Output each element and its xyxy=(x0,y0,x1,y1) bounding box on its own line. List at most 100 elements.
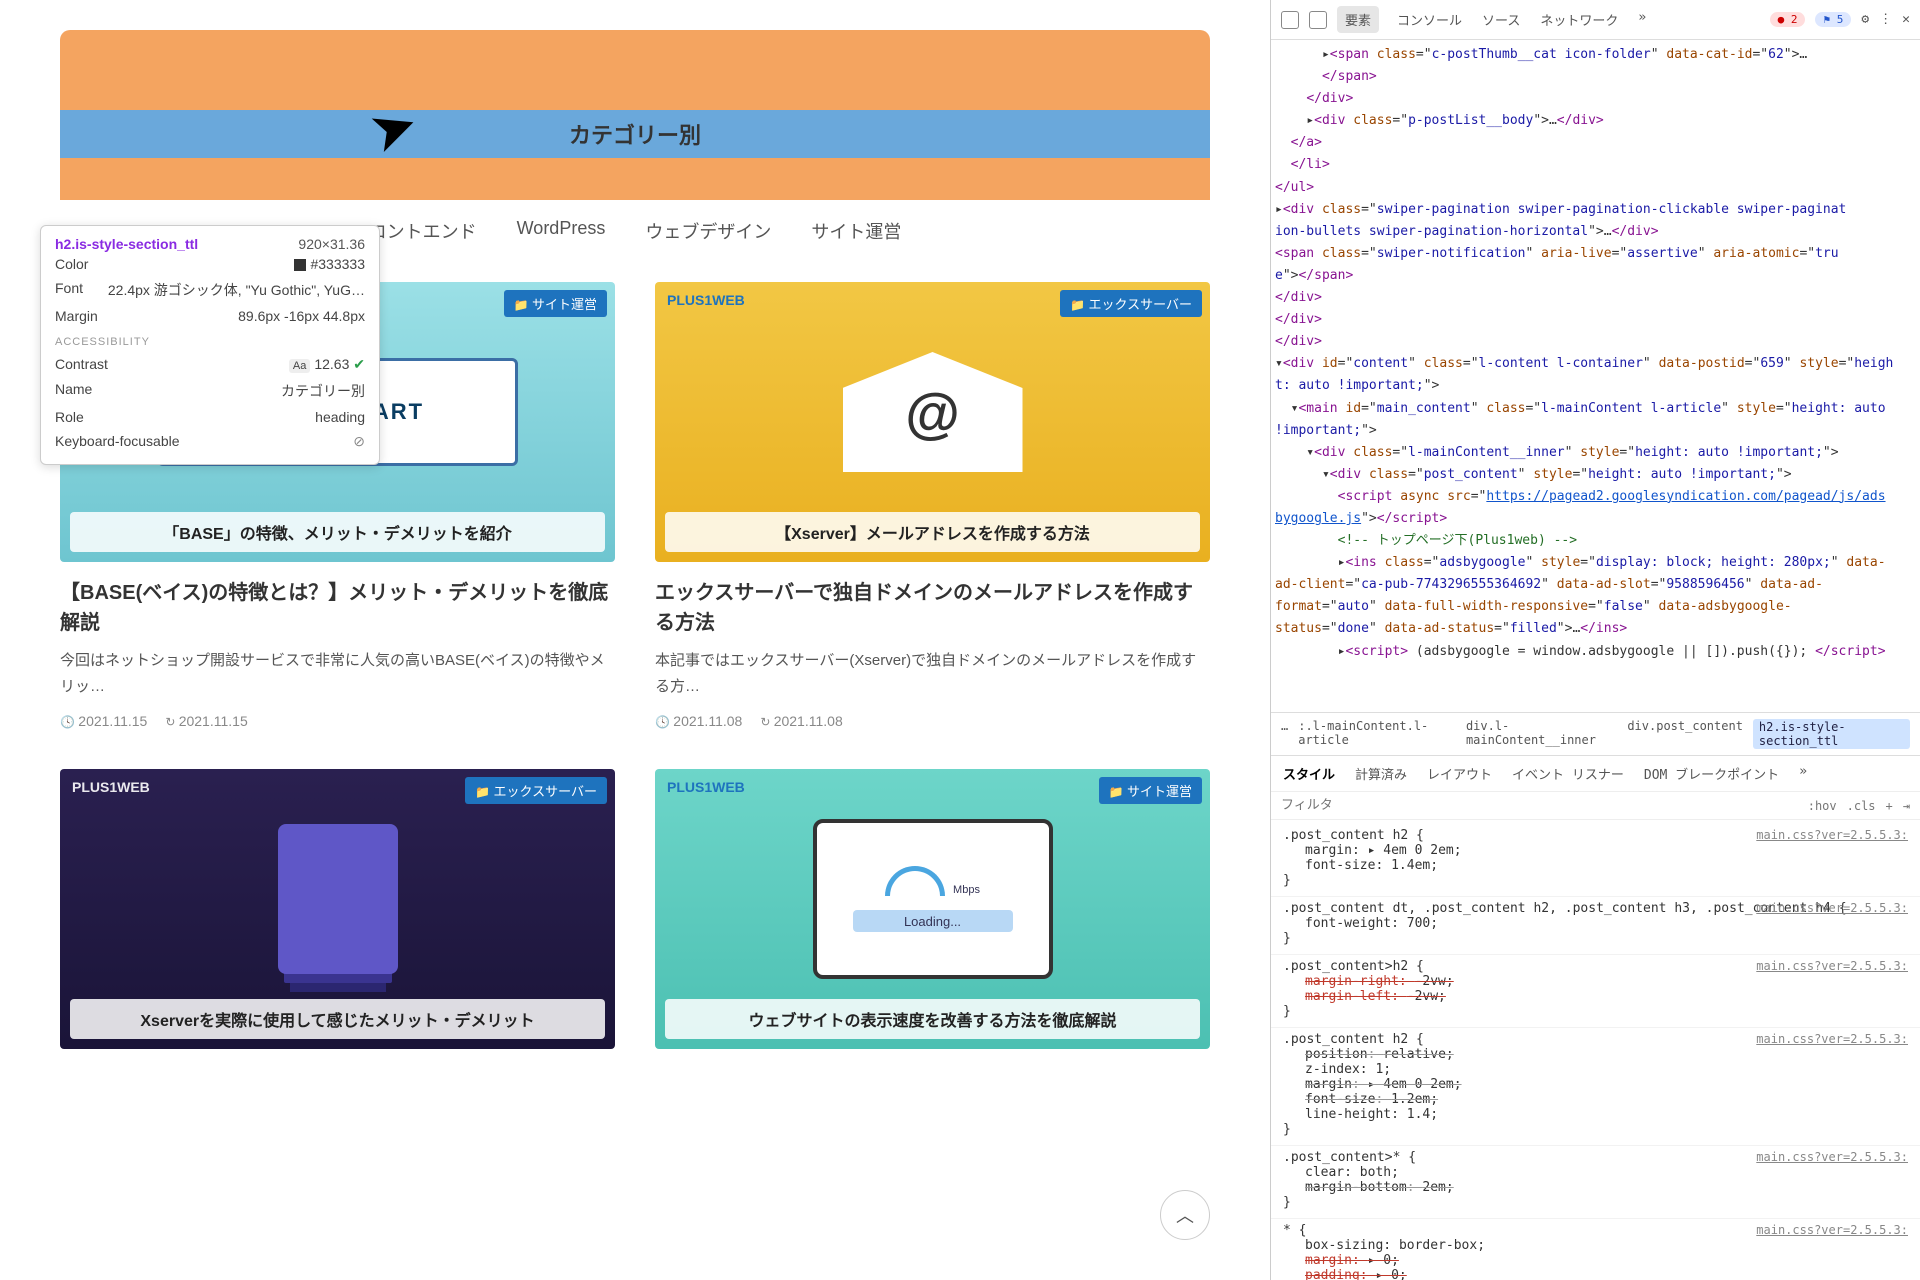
subtab-styles[interactable]: スタイル xyxy=(1283,764,1335,783)
a11y-name-value: カテゴリー別 xyxy=(281,381,365,401)
dom-node[interactable]: <script async src="https://pagead2.googl… xyxy=(1275,486,1912,530)
crumb-current[interactable]: h2.is-style-section_ttl xyxy=(1753,719,1910,749)
crumb[interactable]: … xyxy=(1281,719,1288,749)
subtab-layout[interactable]: レイアウト xyxy=(1427,764,1492,783)
dom-node[interactable]: </div> xyxy=(1275,88,1912,110)
close-icon[interactable]: ✕ xyxy=(1902,12,1910,27)
post-title[interactable]: 【BASE(ベイス)の特徴とは？】メリット・デメリットを徹底解説 xyxy=(60,578,615,638)
dom-node[interactable]: ▸<div class="p-postList__body">…</div> xyxy=(1275,110,1912,132)
inspect-element-icon[interactable] xyxy=(1281,11,1299,29)
post-dates: 2021.11.08 2021.11.08 xyxy=(655,713,1210,729)
post-category-tag[interactable]: サイト運営 xyxy=(1099,777,1202,804)
devtools-toolbar: 要素 コンソール ソース ネットワーク » ● 2 ⚑ 5 ⚙ ⋮ ✕ xyxy=(1271,0,1920,40)
post-date-updated: 2021.11.15 xyxy=(165,713,247,729)
css-rule[interactable]: main.css?ver=2.5.5.3:* {box-sizing: bord… xyxy=(1271,1219,1920,1280)
nav-item[interactable]: WordPress xyxy=(517,218,606,244)
thumb-illustration: Mbps Loading... xyxy=(675,809,1190,989)
section-title: カテゴリー別 xyxy=(60,110,1210,158)
hov-toggle[interactable]: :hov xyxy=(1808,799,1837,813)
tooltip-font-label: Font xyxy=(55,280,83,300)
post-date-posted: 2021.11.15 xyxy=(60,713,147,729)
dom-node[interactable]: ▸<div class="swiper-pagination swiper-pa… xyxy=(1275,199,1912,243)
css-rule[interactable]: main.css?ver=2.5.5.3:.post_content>* {cl… xyxy=(1271,1146,1920,1219)
devtools-tab-network[interactable]: ネットワーク xyxy=(1538,6,1620,33)
subtab-dom-breakpoints[interactable]: DOM ブレークポイント xyxy=(1644,764,1779,783)
post-excerpt: 今回はネットショップ開設サービスで非常に人気の高いBASE(ベイス)の特徴やメリ… xyxy=(60,648,615,699)
breadcrumb[interactable]: … :.l-mainContent.l-article div.l-mainCo… xyxy=(1271,712,1920,755)
post-thumb: PLUS1WEB エックスサーバー @ 【Xserver】メールアドレスを作成す… xyxy=(655,282,1210,562)
a11y-contrast-value: Aa12.63 ✔ xyxy=(289,356,365,373)
loading-bar: Loading... xyxy=(853,910,1013,932)
toggle-pane-icon[interactable]: ⇥ xyxy=(1903,799,1910,813)
cls-toggle[interactable]: .cls xyxy=(1847,799,1876,813)
hero-band: カテゴリー別 xyxy=(60,30,1210,200)
site-logo: PLUS1WEB xyxy=(667,292,745,308)
css-rule[interactable]: main.css?ver=2.5.5.3:.post_content h2 {m… xyxy=(1271,824,1920,897)
css-rule[interactable]: main.css?ver=2.5.5.3:.post_content>h2 {m… xyxy=(1271,955,1920,1028)
tooltip-margin-label: Margin xyxy=(55,308,98,324)
css-rule[interactable]: main.css?ver=2.5.5.3:.post_content dt, .… xyxy=(1271,897,1920,955)
post-card[interactable]: PLUS1WEB エックスサーバー Xserverを実際に使用して感じたメリット… xyxy=(60,769,615,1049)
post-card[interactable]: PLUS1WEB エックスサーバー @ 【Xserver】メールアドレスを作成す… xyxy=(655,282,1210,729)
settings-icon[interactable]: ⚙ xyxy=(1861,12,1869,27)
error-count-badge[interactable]: ● 2 xyxy=(1770,12,1806,27)
post-date-posted: 2021.11.08 xyxy=(655,713,742,729)
dom-node[interactable]: </div> xyxy=(1275,331,1912,353)
devtools-tab-sources[interactable]: ソース xyxy=(1480,6,1522,33)
dom-node[interactable]: <span class="swiper-notification" aria-l… xyxy=(1275,243,1912,287)
not-focusable-icon: ⊘ xyxy=(353,433,365,450)
dom-node[interactable]: ▸<ins class="adsbygoogle" style="display… xyxy=(1275,552,1912,640)
devtools-tab-console[interactable]: コンソール xyxy=(1395,6,1464,33)
dom-node[interactable]: ▸<span class="c-postThumb__cat icon-fold… xyxy=(1275,44,1912,66)
device-toolbar-icon[interactable] xyxy=(1309,11,1327,29)
tooltip-dimensions: 920×31.36 xyxy=(298,236,365,252)
add-rule-button[interactable]: + xyxy=(1886,799,1893,813)
nav-item[interactable]: ロントエンド xyxy=(369,218,477,244)
post-title[interactable]: エックスサーバーで独自ドメインのメールアドレスを作成する方法 xyxy=(655,578,1210,638)
css-rule[interactable]: main.css?ver=2.5.5.3:.post_content h2 {p… xyxy=(1271,1028,1920,1146)
post-category-tag[interactable]: サイト運営 xyxy=(504,290,607,317)
tooltip-selector: h2.is-style-section_ttl xyxy=(55,236,198,252)
issue-count-badge[interactable]: ⚑ 5 xyxy=(1815,12,1851,27)
styles-filter-input[interactable] xyxy=(1281,798,1798,813)
post-category-tag[interactable]: エックスサーバー xyxy=(1060,290,1202,317)
thumb-overlay-text: 「BASE」の特徴、メリット・デメリットを紹介 xyxy=(70,512,605,552)
css-rules-pane[interactable]: main.css?ver=2.5.5.3:.post_content h2 {m… xyxy=(1271,820,1920,1280)
dom-node[interactable]: ▾<main id="main_content" class="l-mainCo… xyxy=(1275,398,1912,442)
dom-node[interactable]: ▾<div class="post_content" style="height… xyxy=(1275,464,1912,486)
post-card[interactable]: PLUS1WEB サイト運営 Mbps Loading... ウェブサイトの表示… xyxy=(655,769,1210,1049)
crumb[interactable]: :.l-mainContent.l-article xyxy=(1298,719,1456,749)
dom-tree[interactable]: ▸<span class="c-postThumb__cat icon-fold… xyxy=(1271,40,1920,712)
subtab-event-listeners[interactable]: イベント リスナー xyxy=(1512,764,1624,783)
element-inspect-tooltip: h2.is-style-section_ttl 920×31.36 Color#… xyxy=(40,225,380,465)
thumb-overlay-text: ウェブサイトの表示速度を改善する方法を徹底解説 xyxy=(665,999,1200,1039)
dom-node[interactable]: ▸<script> (adsbygoogle = window.adsbygoo… xyxy=(1275,641,1912,663)
thumb-illustration xyxy=(80,809,595,989)
subtab-computed[interactable]: 計算済み xyxy=(1355,764,1407,783)
dom-node[interactable]: <!-- トップページ下(Plus1web) --> xyxy=(1275,530,1912,552)
dom-node[interactable]: </li> xyxy=(1275,154,1912,176)
subtab-overflow[interactable]: » xyxy=(1799,764,1807,783)
crumb[interactable]: div.l-mainContent__inner xyxy=(1466,719,1617,749)
a11y-kbd-label: Keyboard-focusable xyxy=(55,433,180,450)
devtools-tabs-overflow[interactable]: » xyxy=(1636,6,1648,33)
dom-node[interactable]: </div> xyxy=(1275,287,1912,309)
post-date-updated: 2021.11.08 xyxy=(760,713,842,729)
nav-item[interactable]: ウェブデザイン xyxy=(645,218,771,244)
dom-node[interactable]: ▾<div class="l-mainContent__inner" style… xyxy=(1275,442,1912,464)
a11y-name-label: Name xyxy=(55,381,92,401)
dom-node[interactable]: </a> xyxy=(1275,132,1912,154)
post-excerpt: 本記事ではエックスサーバー(Xserver)で独自ドメインのメールアドレスを作成… xyxy=(655,648,1210,699)
nav-item[interactable]: サイト運営 xyxy=(811,218,901,244)
scroll-to-top-button[interactable]: ︿ xyxy=(1160,1190,1210,1240)
dom-node[interactable]: ▾<div id="content" class="l-content l-co… xyxy=(1275,353,1912,397)
post-category-tag[interactable]: エックスサーバー xyxy=(465,777,607,804)
tooltip-color-label: Color xyxy=(55,256,88,272)
dom-node[interactable]: </div> xyxy=(1275,309,1912,331)
more-icon[interactable]: ⋮ xyxy=(1879,12,1892,27)
dom-node[interactable]: </ul> xyxy=(1275,177,1912,199)
devtools-tab-elements[interactable]: 要素 xyxy=(1337,6,1379,33)
crumb[interactable]: div.post_content xyxy=(1627,719,1743,749)
post-dates: 2021.11.15 2021.11.15 xyxy=(60,713,615,729)
dom-node[interactable]: </span> xyxy=(1275,66,1912,88)
